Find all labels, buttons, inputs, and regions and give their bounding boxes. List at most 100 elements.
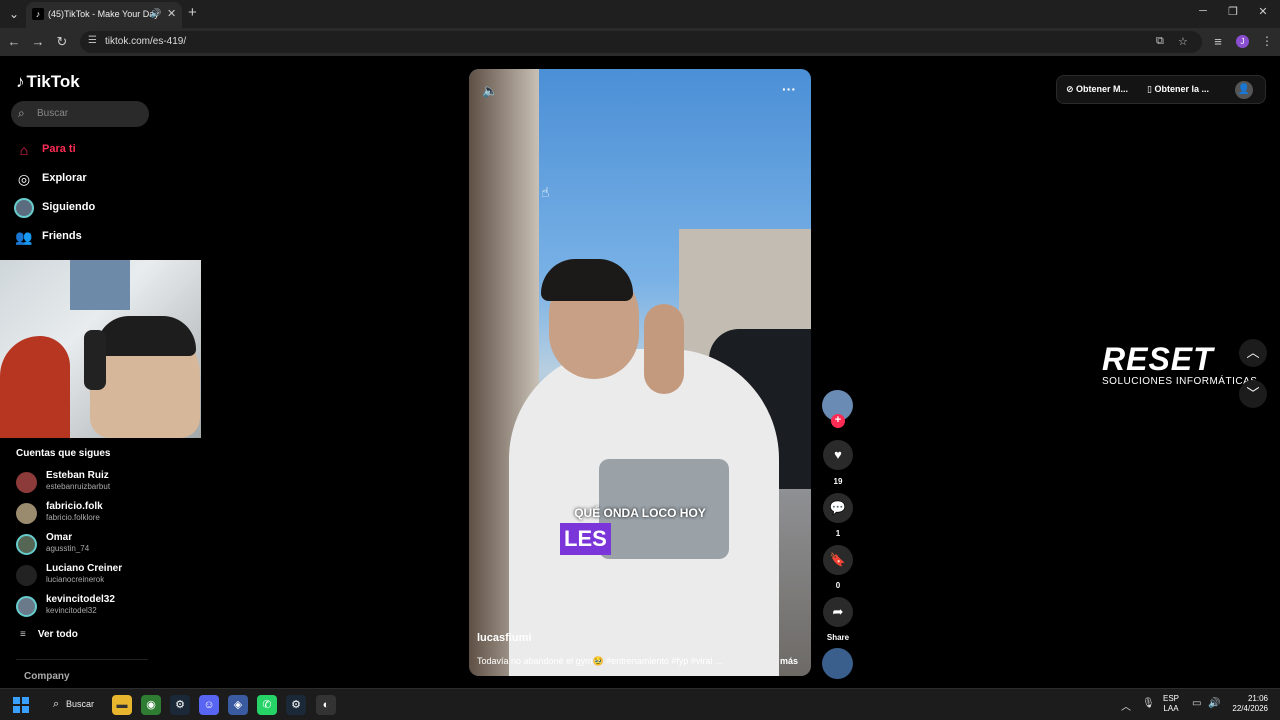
taskbar-search-icon[interactable]: ⌕ xyxy=(53,698,59,711)
like-count: 19 xyxy=(833,477,843,486)
watermark-brand: RESET xyxy=(1102,341,1214,377)
account-handle: kevincitodel32 xyxy=(46,606,97,615)
video-author[interactable]: lucasfiumi xyxy=(477,632,531,644)
search-placeholder: Buscar xyxy=(37,108,69,119)
site-info-icon[interactable]: ☰ xyxy=(88,35,97,46)
nav-label: Siguiendo xyxy=(42,201,96,213)
search-input[interactable]: ⌕ Buscar xyxy=(11,101,149,127)
volume-icon[interactable]: 🔈 xyxy=(482,83,498,99)
reload-button[interactable]: ↻ xyxy=(54,34,70,50)
account-handle: fabricio.folklore xyxy=(46,513,100,522)
following-account[interactable]: Esteban Ruiz estebanruizbarbut xyxy=(16,469,186,495)
forward-button[interactable]: → xyxy=(30,34,46,49)
save-button[interactable]: 🔖 xyxy=(823,545,853,575)
comment-button[interactable]: 💬 xyxy=(823,493,853,523)
follow-plus-icon[interactable]: + xyxy=(831,414,845,428)
following-account[interactable]: kevincitodel32 kevincitodel32 xyxy=(16,593,186,619)
get-app-button[interactable]: ▯ Obtener la ... xyxy=(1147,84,1209,95)
obs-icon[interactable]: ◐ xyxy=(316,695,336,715)
save-count: 0 xyxy=(835,581,841,590)
compass-icon: ◎ xyxy=(17,171,31,187)
see-all-button[interactable]: ≡ Ver todo xyxy=(20,629,78,640)
avatar xyxy=(16,503,37,524)
taskbar-clock[interactable]: 21:06 22/4/2026 xyxy=(1224,694,1268,714)
bookmark-star-icon[interactable]: ☆ xyxy=(1178,35,1188,48)
clock-date: 22/4/2026 xyxy=(1232,704,1268,713)
install-app-icon[interactable]: ⧉ xyxy=(1156,35,1164,48)
lang-bottom: LAA xyxy=(1163,704,1179,713)
file-explorer-icon[interactable]: ▬ xyxy=(112,695,132,715)
like-button[interactable]: ♥ xyxy=(823,440,853,470)
next-video-button[interactable]: ﹀ xyxy=(1239,380,1267,408)
music-disc-avatar[interactable] xyxy=(822,648,853,679)
language-indicator[interactable]: ESP LAA xyxy=(1163,694,1179,714)
taskbar-search-label[interactable]: Buscar xyxy=(66,699,94,709)
video-person-hand xyxy=(644,304,684,394)
account-name: fabricio.folk xyxy=(46,501,103,512)
more-options-icon[interactable]: ··· xyxy=(782,81,796,97)
account-handle: agusstin_74 xyxy=(46,544,90,553)
audio-playing-icon[interactable]: 🔊 xyxy=(150,8,161,19)
following-account[interactable]: fabricio.folk fabricio.folklore xyxy=(16,500,186,526)
display-icon[interactable]: ▭ xyxy=(1192,698,1201,709)
media-control-icon[interactable]: ≡ xyxy=(1210,34,1226,49)
video-caption-line1: QUÉ ONDA LOCO HOY xyxy=(574,506,706,520)
address-bar[interactable]: ☰ tiktok.com/es-419/ ⧉ ☆ xyxy=(80,31,1202,53)
back-button[interactable]: ← xyxy=(6,34,22,49)
chrome-icon[interactable]: ◉ xyxy=(141,695,161,715)
avatar xyxy=(16,565,37,586)
tab-title: (45)TikTok - Make Your Day xyxy=(48,9,159,19)
avatar xyxy=(16,534,37,555)
company-link[interactable]: Company xyxy=(24,671,70,682)
new-tab-button[interactable]: + xyxy=(188,4,197,21)
user-profile-avatar[interactable]: 👤 xyxy=(1235,81,1253,99)
following-avatar-icon xyxy=(14,198,34,218)
heart-icon: ♥ xyxy=(834,447,842,462)
browser-menu-icon[interactable]: ⋮ xyxy=(1261,34,1273,48)
account-name: Luciano Creiner xyxy=(46,563,123,574)
bookmark-icon: 🔖 xyxy=(829,552,847,567)
tab-search-icon[interactable]: ⌄ xyxy=(4,4,24,24)
volume-tray-icon[interactable]: 🔊 xyxy=(1208,698,1220,709)
discord-icon[interactable]: ☺ xyxy=(199,695,219,715)
following-account[interactable]: Omar agusstin_74 xyxy=(16,531,186,557)
webcam-background xyxy=(70,260,130,310)
close-window-button[interactable]: ✕ xyxy=(1253,5,1273,18)
browser-toolbar: ← → ↻ ☰ tiktok.com/es-419/ ⧉ ☆ ≡ J ⋮ xyxy=(0,28,1280,56)
video-description: Todavía no abandoné el gym🥹 #entrenamien… xyxy=(477,656,723,666)
friends-icon: 👥 xyxy=(15,229,33,245)
description-more-button[interactable]: más xyxy=(780,656,798,666)
browser-tab[interactable]: ♪ (45)TikTok - Make Your Day 🔊 ✕ xyxy=(26,2,182,28)
share-arrow-icon: ➦ xyxy=(832,604,844,619)
share-button[interactable]: ➦ xyxy=(823,597,853,627)
close-tab-icon[interactable]: ✕ xyxy=(167,7,176,20)
comment-icon: 💬 xyxy=(829,500,847,515)
account-name: kevincitodel32 xyxy=(46,594,115,605)
microphone-icon[interactable]: 🎙 xyxy=(1142,698,1155,709)
tray-chevron-icon[interactable]: ︿ xyxy=(1121,698,1131,713)
chevron-up-icon: ︿ xyxy=(1246,345,1260,360)
previous-video-button[interactable]: ︿ xyxy=(1239,339,1267,367)
avatar xyxy=(16,472,37,493)
get-coins-button[interactable]: ⊘ Obtener M... xyxy=(1066,84,1128,95)
app-icon[interactable]: ◈ xyxy=(228,695,248,715)
following-account[interactable]: Luciano Creiner lucianocreinerok xyxy=(16,562,186,588)
url-text: tiktok.com/es-419/ xyxy=(105,36,187,47)
account-name: Esteban Ruiz xyxy=(46,470,109,481)
nav-label: Friends xyxy=(42,230,82,242)
steam-icon[interactable]: ⚙ xyxy=(170,695,190,715)
profile-avatar[interactable]: J xyxy=(1236,35,1249,48)
restore-button[interactable]: ❐ xyxy=(1223,5,1243,18)
get-app-label: Obtener la ... xyxy=(1154,84,1209,94)
account-name: Omar xyxy=(46,532,73,543)
avatar xyxy=(16,596,37,617)
tiktok-logo[interactable]: ♪ TikTok xyxy=(16,72,80,92)
minimize-button[interactable]: ─ xyxy=(1193,5,1213,17)
windows-start-icon[interactable] xyxy=(13,697,29,713)
video-player[interactable]: 🔈 ··· QUÉ ONDA LOCO HOY LES lucasfiumi T… xyxy=(469,69,811,676)
browser-tabbar: ⌄ ♪ (45)TikTok - Make Your Day 🔊 ✕ + ─ ❐… xyxy=(0,0,1280,28)
webcam-hair xyxy=(96,316,196,356)
steam-icon-2[interactable]: ⚙ xyxy=(286,695,306,715)
whatsapp-icon[interactable]: ✆ xyxy=(257,695,277,715)
account-handle: estebanruizbarbut xyxy=(46,482,111,491)
